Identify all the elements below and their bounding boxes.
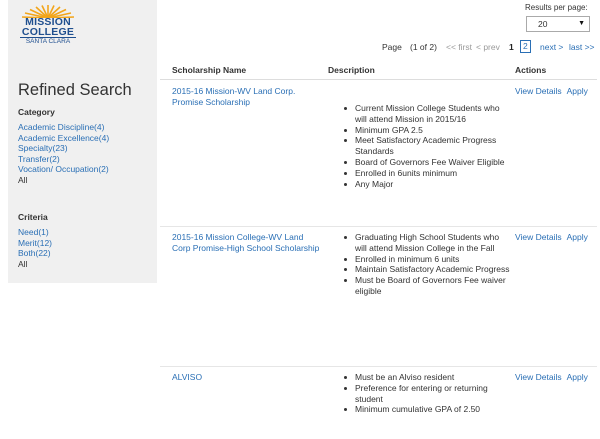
view-details-link[interactable]: View Details xyxy=(515,232,562,242)
last-page-link[interactable]: last >> xyxy=(569,41,595,53)
apply-link[interactable]: Apply xyxy=(567,86,588,96)
row-divider xyxy=(160,226,597,227)
criteria-all: All xyxy=(18,258,28,269)
scholarship-name-link[interactable]: 2015-16 Mission College-WV Land Corp Pro… xyxy=(172,232,320,254)
view-details-link[interactable]: View Details xyxy=(515,372,562,382)
refined-search-title: Refined Search xyxy=(18,81,132,99)
results-per-page-value: 20 xyxy=(538,19,548,29)
row-actions: View Details Apply xyxy=(515,232,588,243)
category-transfer[interactable]: Transfer(2) xyxy=(18,154,60,164)
description-bullet: Meet Satisfactory Academic Progress Stan… xyxy=(342,135,510,157)
view-details-link[interactable]: View Details xyxy=(515,86,562,96)
next-page-link[interactable]: next > xyxy=(540,41,563,53)
description-bullet: Must be Board of Governors Fee waiver el… xyxy=(342,275,510,297)
description-bullet: Enrolled in minimum 6 units xyxy=(342,254,510,265)
header-divider xyxy=(160,79,597,80)
results-per-page-select[interactable]: 20 ▼ xyxy=(526,16,590,32)
category-all: All xyxy=(18,174,28,185)
criteria-heading: Criteria xyxy=(18,212,48,222)
category-academic-excellence[interactable]: Academic Excellence(4) xyxy=(18,133,109,143)
row-actions: View Details Apply xyxy=(515,86,588,97)
scholarship-description: Graduating High School Students who will… xyxy=(342,232,510,297)
row-divider xyxy=(160,366,597,367)
category-list: Academic Discipline(4) Academic Excellen… xyxy=(18,122,109,185)
mission-college-logo[interactable]: MISSION COLLEGE SANTA CLARA xyxy=(18,4,78,48)
current-page: 1 xyxy=(509,42,514,52)
description-bullet: Board of Governors Fee Waiver Eligible xyxy=(342,157,510,168)
results-per-page-label: Results per page: xyxy=(525,3,588,12)
prev-page-link: < prev xyxy=(476,42,500,52)
description-bullet: Any Major xyxy=(342,179,510,190)
page-count: (1 of 2) xyxy=(410,42,437,52)
criteria-list: Need(1) Merit(12) Both(22) All xyxy=(18,227,52,269)
category-specialty[interactable]: Specialty(23) xyxy=(18,143,68,153)
description-bullet: Minimum GPA 2.5 xyxy=(342,125,510,136)
description-bullet: Maintain Satisfactory Academic Progress xyxy=(342,264,510,275)
criteria-merit[interactable]: Merit(12) xyxy=(18,238,52,248)
category-academic-discipline[interactable]: Academic Discipline(4) xyxy=(18,122,104,132)
category-heading: Category xyxy=(18,107,55,117)
column-header-actions: Actions xyxy=(515,65,547,75)
description-bullet: Current Mission College Students who wil… xyxy=(342,103,510,125)
description-bullet: Minimum cumulative GPA of 2.50 xyxy=(342,404,510,415)
criteria-both[interactable]: Both(22) xyxy=(18,248,51,258)
scholarship-name-link[interactable]: 2015-16 Mission-WV Land Corp. Promise Sc… xyxy=(172,86,320,108)
scholarship-description: Must be an Alviso resident Preference fo… xyxy=(342,372,510,415)
apply-link[interactable]: Apply xyxy=(567,372,588,382)
description-bullet: Enrolled in 6units minimum xyxy=(342,168,510,179)
scholarship-description: Current Mission College Students who wil… xyxy=(342,103,510,189)
dropdown-arrow-icon: ▼ xyxy=(578,20,585,27)
description-bullet: Must be an Alviso resident xyxy=(342,372,510,383)
first-page-link: << first xyxy=(446,42,472,52)
apply-link[interactable]: Apply xyxy=(567,232,588,242)
description-bullet: Preference for entering or returning stu… xyxy=(342,383,510,405)
description-bullet: Graduating High School Students who will… xyxy=(342,232,510,254)
logo-line-3: SANTA CLARA xyxy=(25,38,71,45)
page-label: Page xyxy=(382,42,402,52)
page-2-link[interactable]: 2 xyxy=(520,40,531,53)
category-vocation-occupation[interactable]: Vocation/ Occupation(2) xyxy=(18,164,109,174)
sidebar: MISSION COLLEGE SANTA CLARA Refined Sear… xyxy=(8,0,157,283)
scholarship-name-link[interactable]: ALVISO xyxy=(172,372,320,383)
row-actions: View Details Apply xyxy=(515,372,588,383)
logo-line-2: COLLEGE xyxy=(21,26,75,38)
criteria-need[interactable]: Need(1) xyxy=(18,227,49,237)
column-header-name: Scholarship Name xyxy=(172,65,247,75)
column-header-description: Description xyxy=(328,65,375,75)
